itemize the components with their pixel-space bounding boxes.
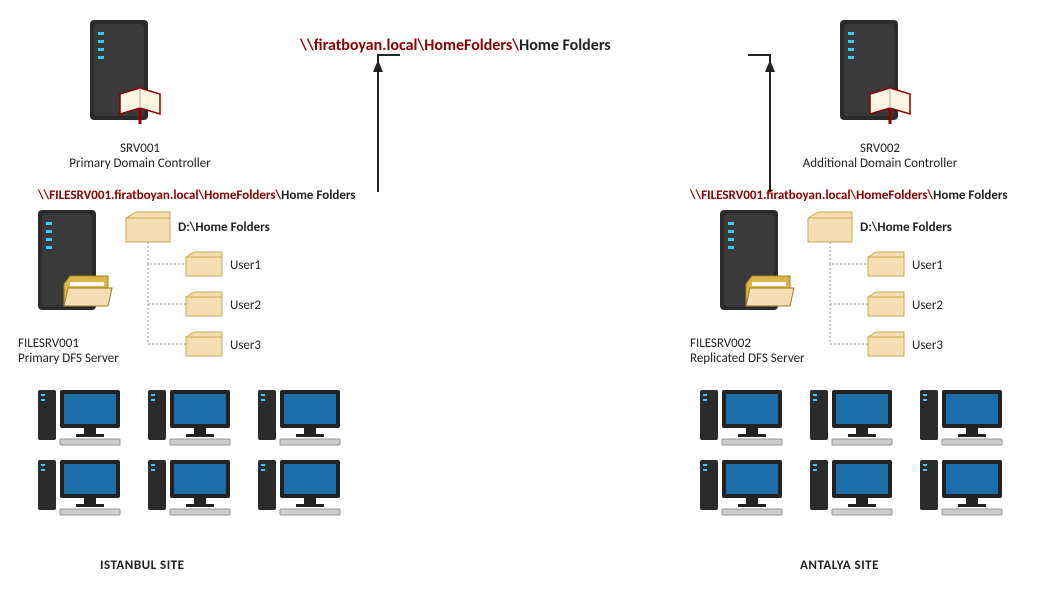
istanbul-user1-label: User1 bbox=[230, 258, 261, 273]
antalya-user1-folder-icon bbox=[868, 252, 904, 276]
antalya-user2-folder-icon bbox=[868, 292, 904, 316]
filesrv001-server-icon bbox=[38, 210, 112, 310]
antalya-root-folder-label: D:\Home Folders bbox=[860, 220, 952, 235]
antalya-root-folder-icon bbox=[808, 212, 852, 242]
istanbul-user2-label: User2 bbox=[230, 298, 261, 313]
antalya-share-path: \\FILESRV001.firatboyan.local\HomeFolder… bbox=[690, 188, 1008, 203]
antalya-user3-folder-icon bbox=[868, 332, 904, 356]
istanbul-user3-folder-icon bbox=[186, 332, 222, 356]
antalya-pc-icon bbox=[810, 390, 892, 445]
antalya-pc-icon bbox=[920, 390, 1002, 445]
filesrv001-label: FILESRV001 Primary DFS Server bbox=[18, 337, 138, 367]
istanbul-pc-icon bbox=[258, 460, 340, 515]
srv001-server-icon bbox=[90, 20, 160, 124]
istanbul-pc-icon bbox=[38, 460, 120, 515]
istanbul-user1-folder-icon bbox=[186, 252, 222, 276]
antalya-site-label: ANTALYA SITE bbox=[800, 558, 879, 573]
antalya-user2-label: User2 bbox=[912, 298, 943, 313]
antalya-pc-icon bbox=[920, 460, 1002, 515]
srv001-label: SRV001 Primary Domain Controller bbox=[60, 142, 220, 172]
istanbul-user2-folder-icon bbox=[186, 292, 222, 316]
istanbul-pc-icon bbox=[258, 390, 340, 445]
antalya-user1-label: User1 bbox=[912, 258, 943, 273]
istanbul-share-path: \\FILESRV001.firatboyan.local\HomeFolder… bbox=[38, 188, 356, 203]
filesrv002-label: FILESRV002 Replicated DFS Server bbox=[690, 337, 840, 367]
srv002-label: SRV002 Additional Domain Controller bbox=[790, 142, 970, 172]
istanbul-site-label: ISTANBUL SITE bbox=[100, 558, 184, 573]
istanbul-pc-icon bbox=[148, 460, 230, 515]
antalya-pc-icon bbox=[810, 460, 892, 515]
dfs-namespace-path: \\firatboyan.local\HomeFolders\Home Fold… bbox=[300, 36, 611, 55]
istanbul-user3-label: User3 bbox=[230, 338, 261, 353]
filesrv002-server-icon bbox=[720, 210, 794, 310]
antalya-pc-icon bbox=[700, 460, 782, 515]
istanbul-root-folder-icon bbox=[126, 212, 170, 242]
istanbul-pc-icon bbox=[38, 390, 120, 445]
antalya-pc-icon bbox=[700, 390, 782, 445]
istanbul-root-folder-label: D:\Home Folders bbox=[178, 220, 270, 235]
srv002-server-icon bbox=[840, 20, 910, 124]
istanbul-pc-icon bbox=[148, 390, 230, 445]
antalya-user3-label: User3 bbox=[912, 338, 943, 353]
